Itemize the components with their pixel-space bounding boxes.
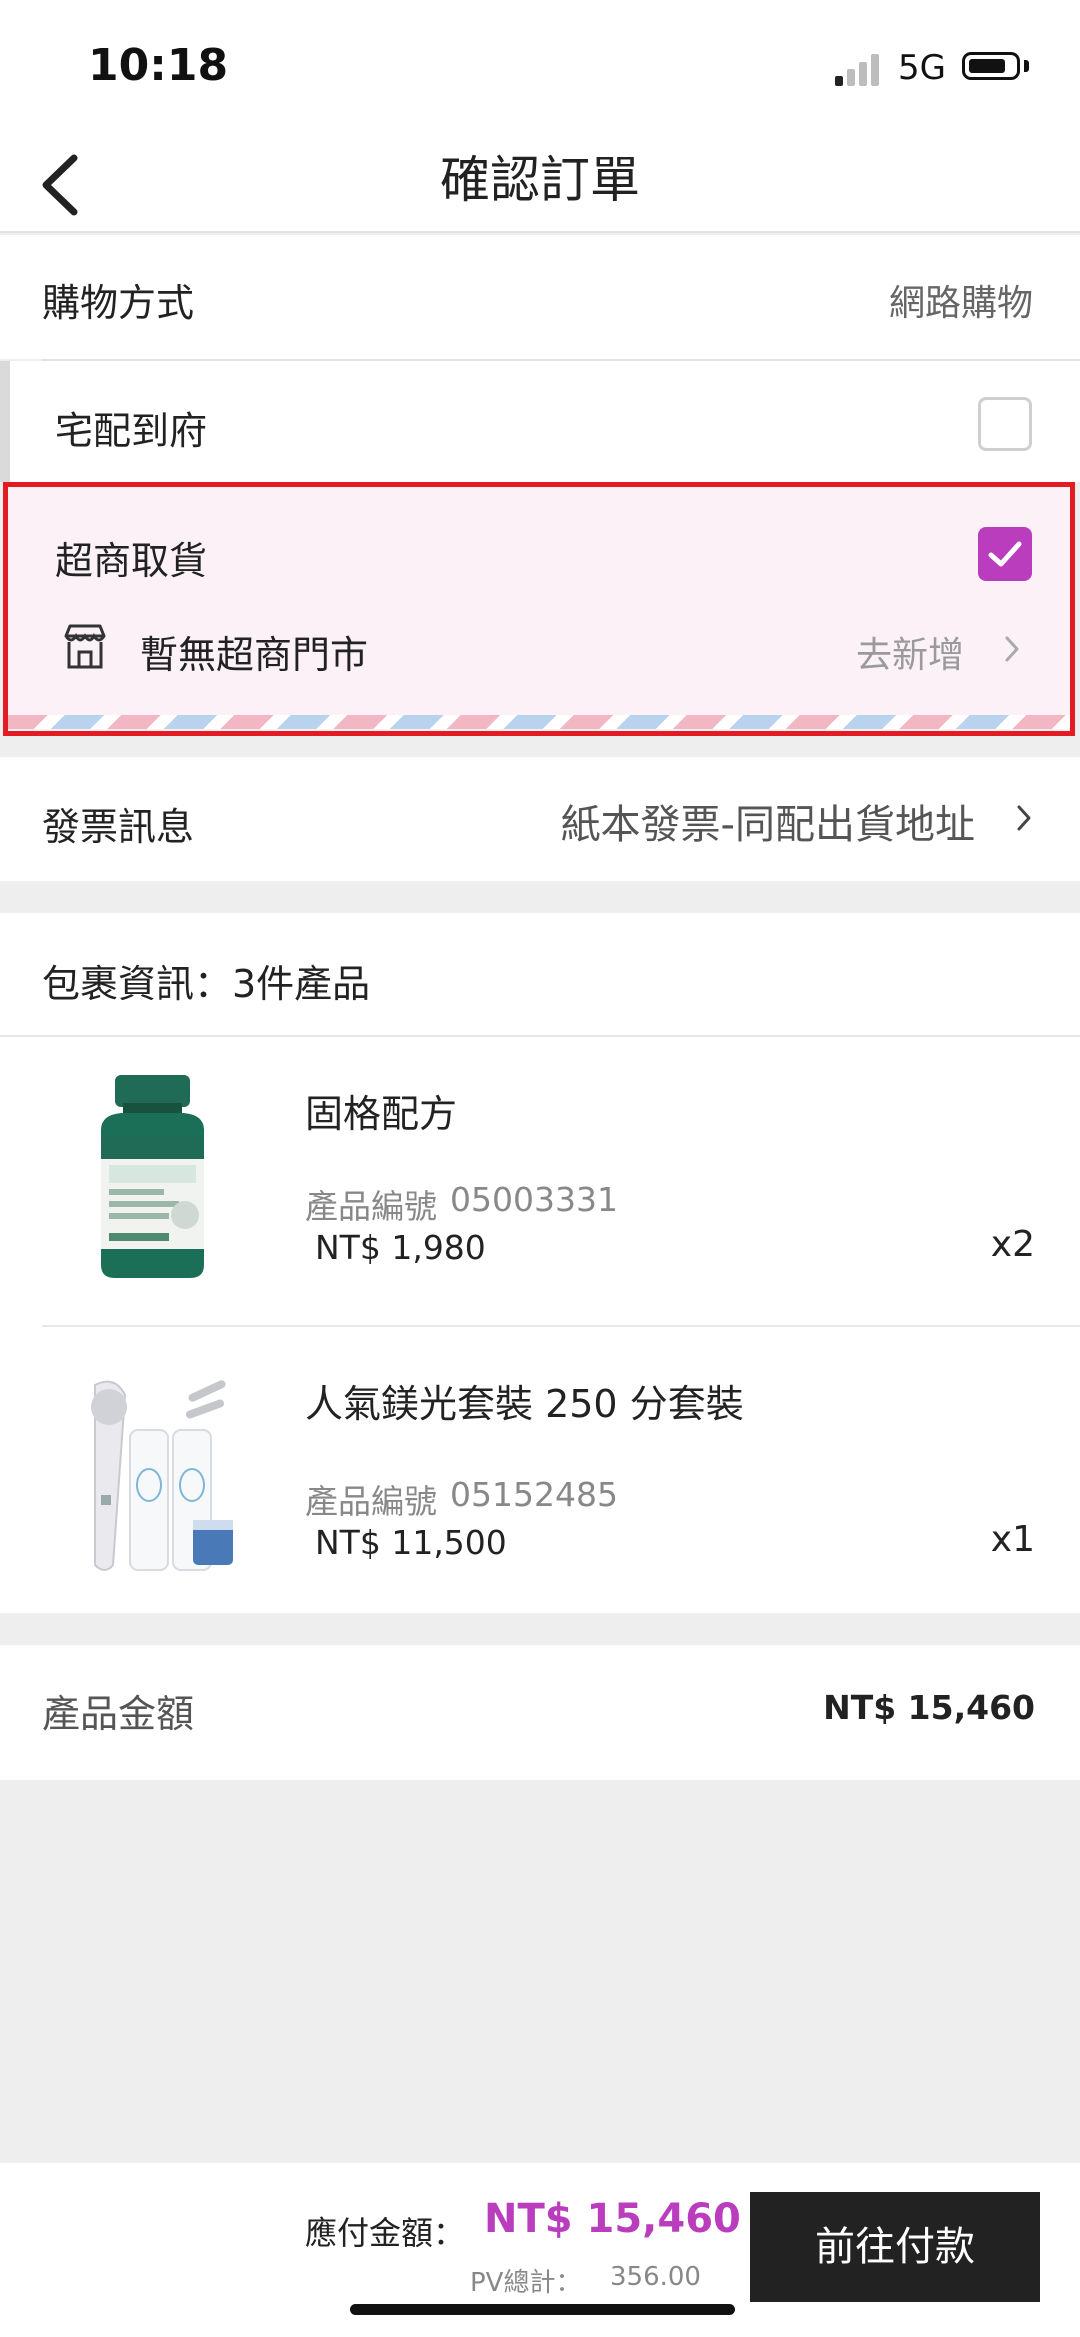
payable-label: 應付金額： <box>305 2214 466 2252</box>
row-accent-bar <box>0 361 10 482</box>
battery-icon <box>962 52 1020 80</box>
delivery-home-checkbox[interactable] <box>978 397 1032 451</box>
payable-amount: NT$ 15,460 <box>484 2196 741 2242</box>
product-quantity: x1 <box>990 1519 1035 1560</box>
divider <box>0 1035 1080 1037</box>
status-time: 10:18 <box>88 40 229 91</box>
battery-cap <box>1024 60 1029 72</box>
product-total-value: NT$ 15,460 <box>823 1688 1035 1727</box>
signal-icon <box>835 52 885 86</box>
product-code: 05003331 <box>450 1180 618 1219</box>
product-quantity: x2 <box>990 1224 1035 1265</box>
add-store-link[interactable]: 去新增 <box>856 626 964 678</box>
shopping-method-label: 購物方式 <box>42 281 195 325</box>
chevron-right-icon <box>1015 803 1033 833</box>
store-empty-text: 暫無超商門市 <box>140 633 369 677</box>
pv-total-value: 356.00 <box>610 2262 701 2292</box>
pv-total-label: PV總計： <box>470 2268 582 2298</box>
home-indicator <box>350 2304 735 2315</box>
chevron-right-icon <box>1003 634 1021 664</box>
product-code-label: 產品編號 <box>305 1187 437 1226</box>
product-code: 05152485 <box>450 1475 618 1514</box>
airmail-stripe <box>8 715 1070 729</box>
product-image-lumispa[interactable] <box>65 1375 245 1585</box>
product-price: NT$ 1,980 <box>315 1228 486 1267</box>
product-code-label: 產品編號 <box>305 1482 437 1521</box>
network-label: 5G <box>898 48 946 88</box>
product-name: 固格配方 <box>305 1092 458 1136</box>
store-icon <box>60 622 110 672</box>
checkmark-icon <box>988 541 1022 567</box>
product-image-bonebanker[interactable] <box>95 1075 210 1280</box>
divider <box>42 1325 1080 1327</box>
invoice-label: 發票訊息 <box>42 805 195 849</box>
package-header: 包裹資訊：3件產品 <box>42 962 371 1006</box>
delivery-home-label: 宅配到府 <box>55 409 208 453</box>
invoice-value: 紙本發票-同配出貨地址 <box>560 802 975 848</box>
page-title: 確認訂單 <box>440 151 640 209</box>
shopping-method-value: 網路購物 <box>888 283 1033 324</box>
product-total-label: 產品金額 <box>42 1692 195 1736</box>
delivery-store-label: 超商取貨 <box>55 539 208 583</box>
product-price: NT$ 11,500 <box>315 1523 507 1562</box>
delivery-store-checkbox[interactable] <box>978 527 1032 581</box>
proceed-to-payment-button[interactable]: 前往付款 <box>750 2192 1040 2302</box>
product-name: 人氣鎂光套裝 250 分套裝 <box>305 1382 744 1426</box>
delivery-store-option[interactable] <box>3 482 1075 736</box>
